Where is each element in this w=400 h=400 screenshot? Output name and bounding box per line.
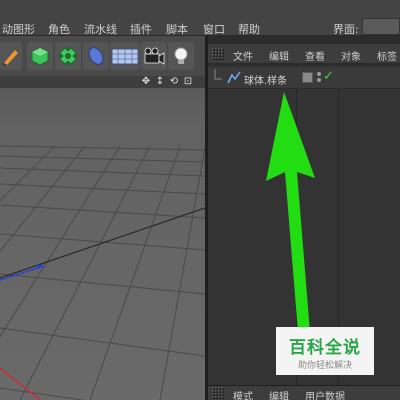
watermark-title: 百科全说 bbox=[289, 338, 361, 358]
rotate-view-icon[interactable]: ⟲ bbox=[168, 76, 180, 88]
floor-grid bbox=[0, 145, 205, 400]
menu-item-character[interactable]: 角色 bbox=[48, 21, 70, 37]
zoom-view-icon[interactable]: ↕ bbox=[154, 76, 166, 88]
om-menu-edit[interactable]: 编辑 bbox=[269, 48, 289, 63]
enabled-check-icon[interactable]: ✓ bbox=[323, 69, 334, 84]
floor-icon bbox=[111, 48, 139, 65]
om-menu-view[interactable]: 查看 bbox=[305, 48, 325, 63]
pen-icon bbox=[3, 50, 18, 66]
light-icon bbox=[174, 47, 188, 64]
object-name[interactable]: 球体.样条 bbox=[244, 72, 287, 87]
floor-tool-button[interactable] bbox=[110, 42, 140, 70]
cube-icon bbox=[31, 47, 49, 66]
pen-tool-button[interactable] bbox=[0, 42, 22, 70]
layer-box-icon[interactable] bbox=[302, 72, 313, 83]
panel-grip-icon[interactable] bbox=[212, 48, 224, 60]
camera-tool-button[interactable] bbox=[141, 42, 167, 70]
layout-dropdown[interactable] bbox=[362, 18, 400, 35]
spline-object-icon bbox=[227, 71, 241, 84]
cube-tool-button[interactable] bbox=[27, 42, 53, 70]
menu-item-script[interactable]: 脚本 bbox=[166, 21, 188, 37]
watermark-subtitle: 助你轻松解决 bbox=[297, 361, 352, 371]
panel-grip-icon[interactable] bbox=[212, 387, 224, 399]
move-view-icon[interactable]: ✥ bbox=[140, 76, 152, 88]
om-menu-object[interactable]: 对象 bbox=[341, 48, 361, 63]
capsule-tool-button[interactable] bbox=[83, 42, 109, 70]
visibility-dots-icon[interactable] bbox=[316, 71, 322, 85]
menu-item-motiongraph[interactable]: 动图形 bbox=[2, 21, 35, 37]
object-row[interactable]: 球体.样条 ✓ bbox=[208, 67, 400, 89]
object-manager-menu: 文件 编辑 查看 对象 标签 bbox=[208, 44, 400, 64]
menu-item-help[interactable]: 帮助 bbox=[238, 21, 260, 37]
menu-bar: 动图形 角色 流水线 插件 脚本 窗口 帮助 界面: bbox=[0, 0, 400, 36]
am-menu-mode[interactable]: 模式 bbox=[233, 388, 253, 400]
camera-icon bbox=[144, 47, 165, 65]
viewport-nav-bar: ✥ ↕ ⟲ ⊡ bbox=[0, 76, 205, 88]
attribute-manager-menu: 模式 编辑 用户数据 bbox=[208, 385, 400, 400]
maximize-view-icon[interactable]: ⊡ bbox=[182, 76, 194, 88]
watermark-logo: 百科全说 助你轻松解决 bbox=[276, 327, 374, 375]
layout-label: 界面: bbox=[333, 23, 359, 36]
am-menu-edit[interactable]: 编辑 bbox=[269, 388, 289, 400]
gear-tool-button[interactable] bbox=[55, 42, 81, 70]
light-tool-button[interactable] bbox=[168, 42, 194, 70]
om-menu-tags[interactable]: 标签 bbox=[377, 48, 397, 63]
menu-item-window[interactable]: 窗口 bbox=[203, 21, 225, 37]
om-menu-file[interactable]: 文件 bbox=[233, 48, 253, 63]
perspective-viewport[interactable] bbox=[0, 88, 205, 400]
menu-item-plugins[interactable]: 插件 bbox=[130, 21, 152, 37]
am-menu-userdata[interactable]: 用户数据 bbox=[305, 388, 345, 400]
menu-item-pipeline[interactable]: 流水线 bbox=[84, 21, 117, 37]
gear-icon bbox=[59, 47, 77, 65]
capsule-icon bbox=[88, 47, 104, 65]
toolbar bbox=[0, 36, 205, 76]
